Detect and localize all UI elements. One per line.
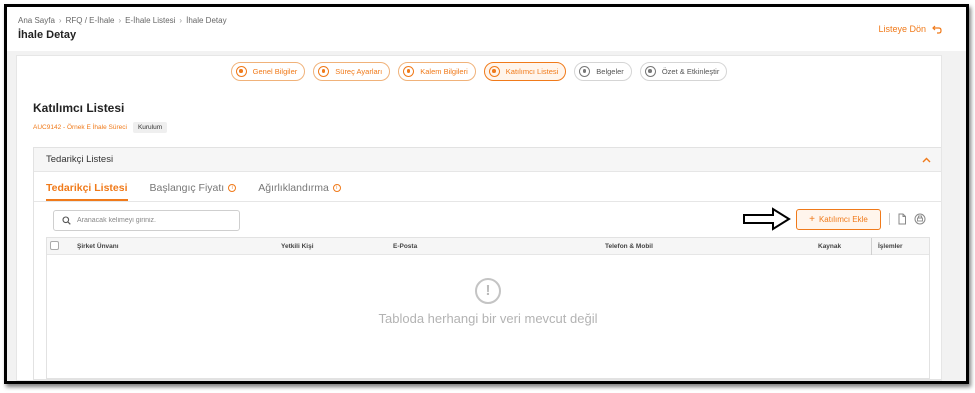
column-header-contact[interactable]: Yetkili Kişi xyxy=(281,243,314,250)
info-icon: i xyxy=(228,184,237,192)
panel-title: Tedarikçi Listesi xyxy=(46,154,114,165)
pointer-arrow-icon xyxy=(743,207,791,231)
participants-table: Şirket Ünvanı Yetkili Kişi E-Posta Telef… xyxy=(46,237,930,379)
return-arrow-icon xyxy=(932,25,942,34)
column-header-company[interactable]: Şirket Ünvanı xyxy=(77,243,119,250)
step-general-info[interactable]: Genel Bilgiler xyxy=(230,62,306,81)
panel-header[interactable]: Tedarikçi Listesi xyxy=(34,148,941,172)
status-badge: Kurulum xyxy=(132,122,168,133)
step-documents[interactable]: Belgeler xyxy=(574,62,632,81)
tab-supplier-list[interactable]: Tedarikçi Listesi xyxy=(46,182,128,201)
empty-state: ! Tabloda herhangi bir veri mevcut değil xyxy=(47,278,929,326)
step-label: Genel Bilgiler xyxy=(252,67,298,76)
column-header-email[interactable]: E-Posta xyxy=(393,243,417,250)
breadcrumb-separator: › xyxy=(58,16,62,25)
tender-info-row: AUC9142 - Örnek E İhale Süreci Kurulum xyxy=(33,122,168,133)
tab-weighting[interactable]: Ağırlıklandırma i xyxy=(258,182,341,201)
step-label: Özet & Etkinleştir xyxy=(661,67,720,76)
step-label: Katılımcı Listesi xyxy=(505,67,559,76)
tab-starting-price[interactable]: Başlangıç Fiyatı i xyxy=(150,182,237,201)
app-window: Ana Sayfa › RFQ / E-İhale › E-İhale List… xyxy=(4,4,969,384)
export-file-icon[interactable] xyxy=(896,213,908,225)
search-icon xyxy=(62,216,71,225)
column-header-phone[interactable]: Telefon & Mobil xyxy=(605,243,653,250)
step-status-icon xyxy=(488,66,500,77)
step-status-icon xyxy=(235,66,247,77)
breadcrumb-separator: › xyxy=(118,16,122,25)
table-header: Şirket Ünvanı Yetkili Kişi E-Posta Telef… xyxy=(47,238,929,255)
add-participant-button[interactable]: + Katılımcı Ekle xyxy=(796,209,881,230)
breadcrumb: Ana Sayfa › RFQ / E-İhale › E-İhale List… xyxy=(18,16,227,25)
step-label: Belgeler xyxy=(596,67,624,76)
step-summary-activate[interactable]: Özet & Etkinleştir xyxy=(639,62,728,81)
step-status-icon xyxy=(644,66,656,77)
step-label: Kalem Bilgileri xyxy=(420,67,468,76)
step-participant-list[interactable]: Katılımcı Listesi xyxy=(483,62,567,81)
breadcrumb-item[interactable]: E-İhale Listesi xyxy=(125,16,175,25)
breadcrumb-item: İhale Detay xyxy=(186,16,227,25)
step-item-info[interactable]: Kalem Bilgileri xyxy=(398,62,476,81)
info-icon: i xyxy=(332,184,341,192)
tab-label: Tedarikçi Listesi xyxy=(46,182,128,194)
toolbar-divider xyxy=(889,213,890,225)
back-to-list-label: Listeye Dön xyxy=(878,24,926,34)
step-status-icon xyxy=(579,66,591,77)
search-input[interactable] xyxy=(77,217,227,224)
breadcrumb-item[interactable]: RFQ / E-İhale xyxy=(66,16,115,25)
select-all-checkbox[interactable] xyxy=(50,241,59,250)
empty-state-message: Tabloda herhangi bir veri mevcut değil xyxy=(378,311,598,326)
print-icon[interactable] xyxy=(914,213,926,225)
panel-tabs: Tedarikçi Listesi Başlangıç Fiyatı i Ağı… xyxy=(34,172,941,202)
tab-label: Ağırlıklandırma xyxy=(258,182,329,194)
breadcrumb-item[interactable]: Ana Sayfa xyxy=(18,16,55,25)
step-process-settings[interactable]: Süreç Ayarları xyxy=(313,62,391,81)
tab-label: Başlangıç Fiyatı xyxy=(149,182,225,194)
step-status-icon xyxy=(403,66,415,77)
chevron-up-icon[interactable] xyxy=(922,155,931,165)
step-navigation: Genel Bilgiler Süreç Ayarları Kalem Bilg… xyxy=(17,62,941,81)
search-box[interactable] xyxy=(53,210,240,231)
add-participant-label: Katılımcı Ekle xyxy=(818,215,868,224)
breadcrumb-separator: › xyxy=(179,16,183,25)
tender-code: AUC9142 - Örnek E İhale Süreci xyxy=(33,124,127,131)
section-title: Katılımcı Listesi xyxy=(33,101,125,115)
detail-card: Genel Bilgiler Süreç Ayarları Kalem Bilg… xyxy=(16,55,942,381)
column-header-source[interactable]: Kaynak xyxy=(818,243,841,250)
top-bar: Ana Sayfa › RFQ / E-İhale › E-İhale List… xyxy=(7,7,966,51)
step-label: Süreç Ayarları xyxy=(335,67,383,76)
alert-circle-icon: ! xyxy=(475,278,501,304)
column-header-actions: İşlemler xyxy=(878,243,903,250)
step-status-icon xyxy=(318,66,330,77)
page-title: İhale Detay xyxy=(18,29,77,41)
plus-icon: + xyxy=(809,213,815,225)
column-divider xyxy=(871,238,872,255)
supplier-panel: Tedarikçi Listesi Tedarikçi Listesi Başl… xyxy=(33,147,941,380)
back-to-list-link[interactable]: Listeye Dön xyxy=(878,24,942,34)
